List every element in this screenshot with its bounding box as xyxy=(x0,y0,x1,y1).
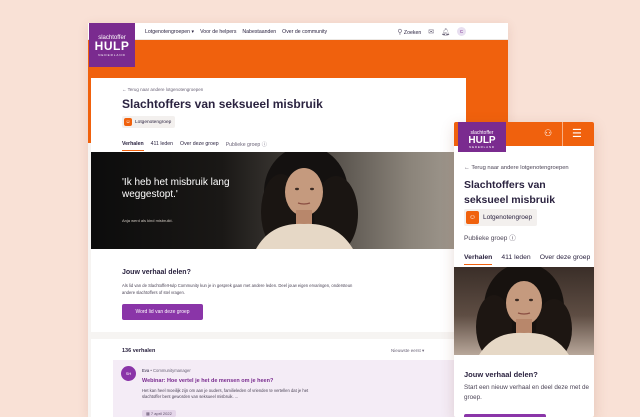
nav-link-community[interactable]: Over de community xyxy=(282,29,327,35)
search-button[interactable]: ⚲ Zoeken xyxy=(397,28,421,36)
back-link[interactable]: ← Terug naar andere lotgenotengroepen xyxy=(122,87,203,92)
top-navbar: Lotgenotengroepen ▾ Voor de helpers Nabe… xyxy=(88,23,508,40)
group-tabs: Verhalen 411 leden Over deze groep Publi… xyxy=(122,141,267,151)
stories-count: 136 verhalen xyxy=(122,348,156,354)
nav-link-helpers[interactable]: Voor de helpers xyxy=(200,29,236,35)
main-nav: Lotgenotengroepen ▾ Voor de helpers Nabe… xyxy=(145,23,327,40)
chevron-down-icon: ▾ xyxy=(191,28,195,35)
tab-leden[interactable]: 411 leden xyxy=(151,141,173,151)
search-label: Zoeken xyxy=(403,29,422,36)
group-type-chip: ☺ Lotgenotengroep xyxy=(122,116,176,128)
mobile-group-tabs: Verhalen 411 leden Over deze groep xyxy=(464,254,590,265)
tab-leden[interactable]: 411 leden xyxy=(501,254,530,265)
bell-icon[interactable]: 🔔︎ xyxy=(441,28,450,36)
author-avatar: SH xyxy=(121,366,136,381)
info-icon[interactable]: ⓘ xyxy=(509,235,516,242)
join-group-button[interactable]: Word lid van deze groep xyxy=(122,304,203,320)
back-link-label: Terug naar andere lotgenotengroepen xyxy=(127,87,204,92)
post-meta: Eva • Communitymanager xyxy=(142,368,191,373)
post-title[interactable]: Webinar: Hoe vertel je het de mensen om … xyxy=(142,378,273,384)
post-date: 7 april 2022 xyxy=(150,411,172,416)
chevron-down-icon: ▾ xyxy=(422,348,425,353)
tab-over-groep[interactable]: Over deze groep xyxy=(180,141,219,151)
tab-verhalen[interactable]: Verhalen xyxy=(464,254,493,265)
public-group-text: Publieke groep xyxy=(225,142,261,148)
page-title: Slachtoffers van seksueel misbruik xyxy=(122,97,323,111)
logo-text-main: HULP xyxy=(94,39,130,53)
logo-text-main: HULP xyxy=(468,135,496,146)
mobile-share-description: Start een nieuw verhaal en deel deze met… xyxy=(464,384,589,401)
mobile-window: ⚇ ☰ slachtoffer HULP NEDERLAND ← Terug n… xyxy=(454,122,594,417)
post-author-role: Communitymanager xyxy=(153,368,191,373)
hero-caption: Anja werd als kind misbruikt. xyxy=(122,218,173,223)
nav-link-lotgenotengroepen[interactable]: Lotgenotengroepen ▾ xyxy=(145,29,194,35)
header-divider xyxy=(562,122,563,146)
story-item[interactable]: SH Eva • Communitymanager Webinar: Hoe v… xyxy=(113,360,456,417)
mail-icon[interactable]: ✉ xyxy=(428,28,434,36)
public-group-text: Publieke groep xyxy=(464,235,508,242)
sort-label: Nieuwste eerst xyxy=(391,348,421,353)
woman-portrait-image xyxy=(256,152,358,249)
hero-banner: 'Ik heb het misbruik lang weggestopt.' A… xyxy=(91,152,466,249)
mobile-portrait-image xyxy=(454,267,594,355)
mobile-share-heading: Jouw verhaal delen? xyxy=(464,370,538,379)
avatar[interactable]: C xyxy=(457,27,466,36)
stories-card: 136 verhalen Nieuwste eerst ▾ SH Eva • C… xyxy=(91,339,456,417)
search-icon: ⚲ xyxy=(397,28,403,36)
tab-verhalen[interactable]: Verhalen xyxy=(122,141,144,151)
post-author: Eva xyxy=(142,368,150,373)
nav-actions: ⚲ Zoeken ✉ 🔔︎ C xyxy=(397,23,466,40)
nav-link-label: Lotgenotengroepen xyxy=(145,28,191,35)
mobile-group-type-chip: ☺ Lotgenotengroep xyxy=(464,209,538,226)
hamburger-menu-icon[interactable]: ☰ xyxy=(572,127,582,140)
share-story-card: Jouw verhaal delen? Als lid van de Slach… xyxy=(91,256,456,332)
info-icon[interactable]: ⓘ xyxy=(262,142,267,151)
share-description: Als lid van de SlachtofferHulp Community… xyxy=(122,283,353,295)
mobile-public-group: Publieke groep ⓘ xyxy=(464,232,516,242)
woman-portrait-image xyxy=(476,267,572,355)
back-link-label: Terug naar andere lotgenotengroepen xyxy=(471,165,569,171)
mobile-page-title: Slachtoffers van seksueel misbruik xyxy=(464,179,556,206)
group-type-label: Lotgenotengroep xyxy=(483,214,533,221)
logo-text-bottom: NEDERLAND xyxy=(469,145,495,149)
logo-text-bottom: NEDERLAND xyxy=(98,53,126,57)
chat-icon: ☺ xyxy=(466,211,479,224)
share-heading: Jouw verhaal delen? xyxy=(122,269,191,276)
mobile-brand-logo[interactable]: slachtoffer HULP NEDERLAND xyxy=(458,122,506,152)
brand-logo[interactable]: slachtoffer HULP NEDERLAND xyxy=(89,23,135,67)
nav-link-nabestaanden[interactable]: Nabestaanden xyxy=(242,29,276,35)
public-group-label: Publieke groep ⓘ xyxy=(226,141,267,151)
calendar-icon: ▦ xyxy=(146,411,150,416)
post-date-badge: ▦ 7 april 2022 xyxy=(142,410,176,417)
chat-icon: ☺ xyxy=(124,118,132,126)
tab-over-groep[interactable]: Over deze groep xyxy=(540,254,591,265)
hero-quote: 'Ik heb het misbruik lang weggestopt.' xyxy=(122,177,230,200)
group-type-label: Lotgenotengroep xyxy=(135,119,172,125)
post-excerpt: Het kan heel moeilijk zijn om aan je oud… xyxy=(142,388,309,399)
sort-dropdown[interactable]: Nieuwste eerst ▾ xyxy=(391,348,424,354)
user-icon[interactable]: ⚇ xyxy=(544,128,552,139)
mobile-back-link[interactable]: ← Terug naar andere lotgenotengroepen xyxy=(464,165,569,171)
